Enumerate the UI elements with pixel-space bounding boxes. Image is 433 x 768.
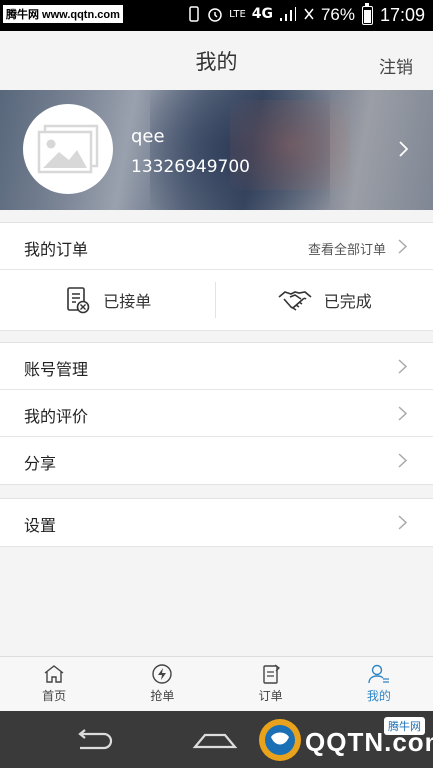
signal-2-icon <box>304 8 314 20</box>
watermark-logo: QQTN.com 腾牛网 <box>253 715 433 765</box>
my-reviews-label: 我的评价 <box>24 407 89 426</box>
tab-grab-order-label: 抢单 <box>150 689 175 703</box>
system-nav-bar: QQTN.com 腾牛网 <box>0 711 433 768</box>
battery-percent: 76% <box>320 5 355 24</box>
phone-number: 13326949700 <box>131 157 250 177</box>
signal-icon <box>280 7 296 21</box>
page-title: 我的 <box>195 50 238 74</box>
chevron-right-icon <box>398 453 407 468</box>
image-placeholder-icon <box>37 124 99 174</box>
network-label: LTE <box>229 8 246 20</box>
page-header: 我的 注销 <box>0 31 433 90</box>
watermark-badge: 腾牛网 <box>384 717 425 735</box>
home-icon <box>44 665 64 683</box>
network-type: 4G <box>251 6 273 22</box>
profile-banner[interactable]: qee 13326949700 <box>0 90 433 210</box>
chevron-right-icon <box>398 359 407 374</box>
settings-label: 设置 <box>24 516 57 535</box>
settings-card: 设置 <box>0 498 433 547</box>
view-all-orders-link[interactable]: 查看全部订单 <box>308 239 386 258</box>
avatar[interactable] <box>23 104 113 194</box>
handshake-icon <box>278 291 312 311</box>
share-label: 分享 <box>24 454 57 473</box>
settings-row[interactable]: 设置 <box>0 499 433 546</box>
home-nav-icon[interactable] <box>191 727 239 753</box>
lightning-icon <box>152 664 173 684</box>
tab-mine[interactable]: 我的 <box>325 657 433 711</box>
accepted-orders-button[interactable]: 已接单 <box>0 270 217 330</box>
chevron-right-icon <box>398 515 407 530</box>
order-icon <box>262 664 280 684</box>
back-icon[interactable] <box>72 727 116 753</box>
menu-card: 账号管理 我的评价 分享 <box>0 342 433 485</box>
account-management-label: 账号管理 <box>24 360 89 379</box>
battery-icon <box>362 3 373 25</box>
my-orders-row[interactable]: 我的订单 查看全部订单 <box>0 223 433 270</box>
clock: 17:09 <box>379 5 425 25</box>
status-icons: LTE 4G <box>187 6 315 22</box>
tab-mine-label: 我的 <box>366 689 391 703</box>
chevron-right-icon <box>398 406 407 421</box>
user-icon <box>368 664 389 684</box>
username: qee <box>131 126 165 147</box>
bottom-tab-bar: 首页 抢单 订单 我的 <box>0 656 433 711</box>
share-row[interactable]: 分享 <box>0 437 433 484</box>
chevron-right-icon <box>399 141 408 157</box>
account-management-row[interactable]: 账号管理 <box>0 343 433 390</box>
watermark: 腾牛网 www.qqtn.com <box>3 5 123 23</box>
tab-home-label: 首页 <box>42 689 67 703</box>
accepted-orders-label: 已接单 <box>103 292 152 311</box>
my-orders-label: 我的订单 <box>24 240 89 259</box>
chevron-right-icon <box>398 239 407 254</box>
tab-grab-order[interactable]: 抢单 <box>108 657 216 711</box>
completed-orders-button[interactable]: 已完成 <box>217 270 433 330</box>
vibrate-icon <box>189 6 199 22</box>
logo-emblem-icon <box>259 719 301 761</box>
status-bar: 腾牛网 www.qqtn.com LTE 4G 76% 17:09 <box>0 0 433 31</box>
order-status-tabs: 已接单 已完成 <box>0 270 433 330</box>
tab-orders[interactable]: 订单 <box>217 657 325 711</box>
accepted-order-icon <box>67 287 90 314</box>
tab-orders-label: 订单 <box>258 689 283 703</box>
tab-home[interactable]: 首页 <box>0 657 108 711</box>
logout-button[interactable]: 注销 <box>379 53 413 78</box>
orders-card: 我的订单 查看全部订单 已接单 已完成 <box>0 222 433 331</box>
alarm-icon <box>208 8 222 22</box>
completed-orders-label: 已完成 <box>323 292 372 311</box>
my-reviews-row[interactable]: 我的评价 <box>0 390 433 437</box>
